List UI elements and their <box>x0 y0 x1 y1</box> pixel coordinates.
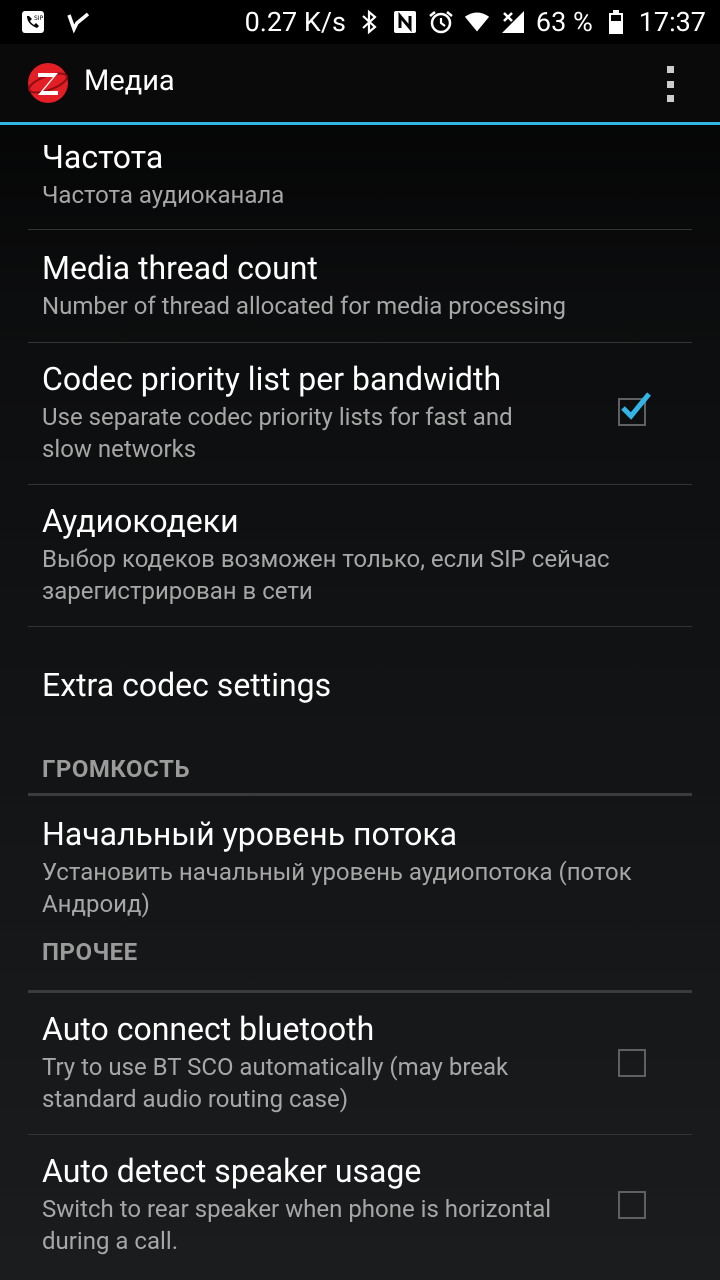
pref-codec-priority-list[interactable]: Codec priority list per bandwidth Use se… <box>0 343 720 484</box>
page-title: Медиа <box>84 64 175 98</box>
pref-summary: Use separate codec priority lists for fa… <box>42 403 513 463</box>
pref-frequency[interactable]: Частота Частота аудиоканала <box>0 125 720 229</box>
status-bar: SIP 0.27 K/s 63 % 17:37 <box>0 0 720 44</box>
net-speed: 0.27 K/s <box>244 6 346 38</box>
pref-auto-detect-speaker[interactable]: Auto detect speaker usage Switch to rear… <box>0 1135 720 1276</box>
pref-title: Auto connect bluetooth <box>42 1010 375 1048</box>
codec-priority-checkbox[interactable] <box>618 392 651 426</box>
check-icon <box>66 9 92 35</box>
pref-title: Аудиокодеки <box>42 502 239 540</box>
pref-summary: Try to use BT SCO automatically (may bre… <box>42 1053 509 1113</box>
wifi-icon <box>464 9 490 35</box>
pref-extra-codec-settings[interactable]: Extra codec settings <box>0 627 720 743</box>
pref-title: Начальный уровень потока <box>42 815 458 853</box>
pref-auto-connect-bluetooth[interactable]: Auto connect bluetooth Try to use BT SCO… <box>0 993 720 1134</box>
auto-detect-speaker-checkbox[interactable] <box>618 1191 646 1219</box>
sip-phone-icon: SIP <box>20 9 46 35</box>
nfc-icon <box>392 9 418 35</box>
pref-summary: Установить начальный уровень аудиопотока… <box>42 858 632 918</box>
pref-audio-codecs[interactable]: Аудиокодеки Выбор кодеков возможен тольк… <box>0 485 720 626</box>
preferences-list: Частота Частота аудиоканала Media thread… <box>0 125 720 1276</box>
pref-title: Media thread count <box>42 249 318 287</box>
bluetooth-icon <box>356 9 382 35</box>
pref-title: Частота <box>42 138 164 176</box>
clock: 17:37 <box>638 6 706 38</box>
battery-icon <box>603 9 629 35</box>
pref-summary: Number of thread allocated for media pro… <box>42 292 566 320</box>
pref-media-thread-count[interactable]: Media thread count Number of thread allo… <box>0 230 720 342</box>
pref-summary: Частота аудиоканала <box>42 181 285 209</box>
pref-title: Codec priority list per bandwidth <box>42 360 502 398</box>
overflow-menu-icon[interactable] <box>658 64 682 104</box>
signal-icon <box>500 9 526 35</box>
pref-title: Extra codec settings <box>42 666 332 704</box>
auto-connect-bluetooth-checkbox[interactable] <box>618 1049 646 1077</box>
zoiper-logo-icon[interactable] <box>27 62 69 104</box>
battery-percent: 63 % <box>535 6 593 38</box>
category-header-volume: ГРОМКОСТЬ <box>42 755 190 783</box>
pref-summary: Switch to rear speaker when phone is hor… <box>42 1195 552 1255</box>
pref-initial-stream-level[interactable]: Начальный уровень потока Установить нача… <box>0 796 720 946</box>
alarm-icon <box>428 9 454 35</box>
pref-summary: Выбор кодеков возможен только, если SIP … <box>42 545 610 605</box>
svg-text:SIP: SIP <box>34 15 44 22</box>
pref-title: Auto detect speaker usage <box>42 1152 422 1190</box>
